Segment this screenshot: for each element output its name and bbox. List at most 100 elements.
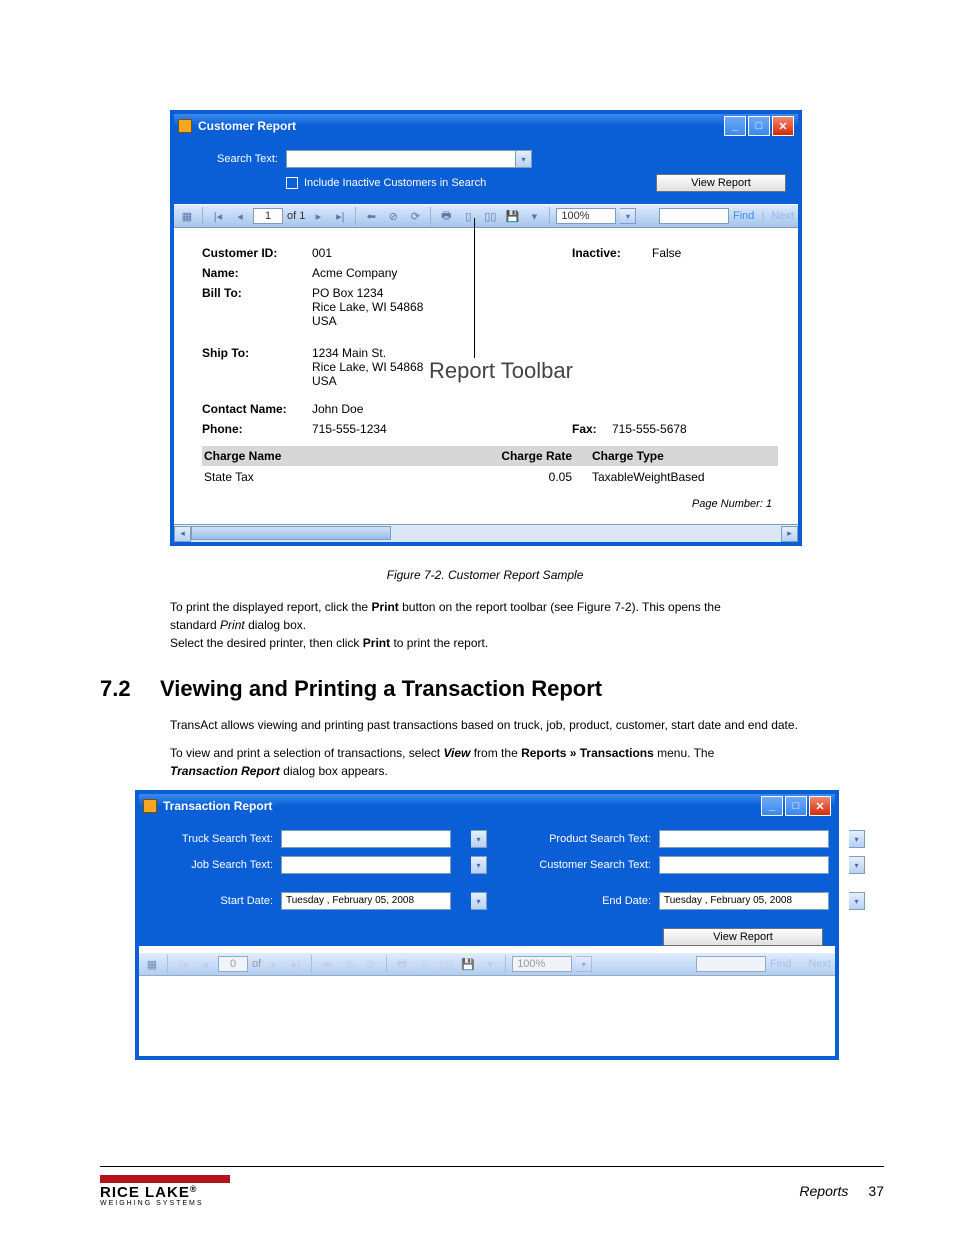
- col-charge-name: Charge Name: [202, 449, 482, 463]
- zoom-input[interactable]: 100%: [556, 208, 616, 224]
- logo: RICE LAKE® WEIGHING SYSTEMS: [100, 1175, 230, 1207]
- job-search-input[interactable]: [281, 856, 451, 874]
- export-dropdown-icon: ▾: [481, 955, 499, 973]
- stop-icon[interactable]: ⊘: [384, 207, 402, 225]
- desc-paragraph-2: To view and print a selection of transac…: [170, 744, 800, 780]
- search-dropdown-button[interactable]: ▾: [516, 150, 532, 168]
- col-charge-type: Charge Type: [592, 449, 732, 463]
- export-dropdown-icon[interactable]: ▾: [525, 207, 543, 225]
- doc-map-icon[interactable]: ▦: [143, 955, 161, 973]
- find-link[interactable]: Find: [733, 210, 754, 222]
- app-icon: [143, 799, 157, 813]
- print-icon: 🖶: [393, 955, 411, 973]
- truck-dropdown-button[interactable]: ▾: [471, 830, 487, 848]
- start-date-label: Start Date:: [151, 895, 281, 907]
- col-charge-rate: Charge Rate: [482, 449, 592, 463]
- maximize-button[interactable]: □: [785, 796, 807, 816]
- footer-section: Reports: [799, 1183, 848, 1199]
- start-date-input[interactable]: Tuesday , February 05, 2008: [281, 892, 451, 910]
- titlebar[interactable]: Customer Report _ □ ✕: [174, 114, 798, 138]
- table-row: State Tax 0.05 TaxableWeightBased: [202, 466, 778, 488]
- search-text-label: Search Text:: [186, 153, 286, 165]
- find-link: Find: [770, 958, 791, 970]
- zoom-input: 100%: [512, 956, 572, 972]
- window-title: Customer Report: [198, 119, 296, 133]
- back-icon: ⬅: [318, 955, 336, 973]
- doc-map-icon[interactable]: ▦: [178, 207, 196, 225]
- phone-value: 715-555-1234: [312, 422, 572, 436]
- export-icon[interactable]: 💾: [503, 207, 521, 225]
- annotation-line: [474, 218, 475, 358]
- contact-label: Contact Name:: [202, 402, 312, 416]
- minimize-button[interactable]: _: [761, 796, 783, 816]
- titlebar[interactable]: Transaction Report _ □ ✕: [139, 794, 835, 818]
- view-report-button[interactable]: View Report: [656, 174, 786, 192]
- zoom-dropdown-button[interactable]: ▾: [620, 208, 636, 224]
- find-input: [696, 956, 766, 972]
- customer-id-label: Customer ID:: [202, 246, 312, 260]
- first-page-icon[interactable]: |◂: [209, 207, 227, 225]
- name-value: Acme Company: [312, 266, 572, 280]
- cell-charge-name: State Tax: [202, 470, 482, 484]
- section-heading: 7.2 Viewing and Printing a Transaction R…: [100, 676, 884, 702]
- product-dropdown-button[interactable]: ▾: [849, 830, 865, 848]
- heading-text: Viewing and Printing a Transaction Repor…: [160, 676, 602, 702]
- report-content: Report Toolbar Customer ID: 001 Inactive…: [174, 228, 798, 524]
- last-page-icon[interactable]: ▸|: [331, 207, 349, 225]
- prev-page-icon[interactable]: ◂: [231, 207, 249, 225]
- refresh-icon: ⟳: [362, 955, 380, 973]
- refresh-icon[interactable]: ⟳: [406, 207, 424, 225]
- truck-search-input[interactable]: [281, 830, 451, 848]
- next-page-icon: ▸: [265, 955, 283, 973]
- page-setup-icon[interactable]: ▯▯: [481, 207, 499, 225]
- find-next-link: Next: [808, 958, 831, 970]
- cell-charge-rate: 0.05: [482, 470, 592, 484]
- print-paragraph: To print the displayed report, click the…: [170, 598, 800, 652]
- heading-number: 7.2: [100, 676, 160, 702]
- customer-search-input[interactable]: [659, 856, 829, 874]
- next-page-icon[interactable]: ▸: [309, 207, 327, 225]
- transaction-report-window: Transaction Report _ □ ✕ Truck Search Te…: [135, 790, 839, 1060]
- page-number-label: Page Number: 1: [202, 488, 778, 518]
- include-inactive-checkbox[interactable]: [286, 177, 298, 189]
- figure-caption: Figure 7-2. Customer Report Sample: [170, 566, 800, 584]
- find-next-link[interactable]: Next: [771, 210, 794, 222]
- fax-value: 715-555-5678: [612, 422, 687, 436]
- fax-label: Fax:: [572, 422, 612, 436]
- scroll-left-icon[interactable]: ◂: [174, 526, 191, 542]
- page-of-label: of 1: [287, 210, 305, 222]
- end-date-label: End Date:: [529, 895, 659, 907]
- customer-report-window: Customer Report _ □ ✕ Search Text: ▾ Inc…: [170, 110, 802, 546]
- customer-dropdown-button[interactable]: ▾: [849, 856, 865, 874]
- view-report-button[interactable]: View Report: [663, 928, 823, 946]
- print-icon[interactable]: 🖶: [437, 207, 455, 225]
- page-current-input[interactable]: 1: [253, 208, 283, 224]
- horizontal-scrollbar[interactable]: ◂ ▸: [174, 524, 798, 542]
- maximize-button[interactable]: □: [748, 116, 770, 136]
- cell-charge-type: TaxableWeightBased: [592, 470, 702, 484]
- product-search-label: Product Search Text:: [529, 833, 659, 845]
- end-date-input[interactable]: Tuesday , February 05, 2008: [659, 892, 829, 910]
- close-button[interactable]: ✕: [772, 116, 794, 136]
- product-search-input[interactable]: [659, 830, 829, 848]
- find-input[interactable]: [659, 208, 729, 224]
- minimize-button[interactable]: _: [724, 116, 746, 136]
- customer-search-label: Customer Search Text:: [529, 859, 659, 871]
- billto-line2: Rice Lake, WI 54868: [312, 300, 572, 314]
- close-button[interactable]: ✕: [809, 796, 831, 816]
- inactive-value: False: [652, 246, 681, 260]
- start-date-dropdown-button[interactable]: ▾: [471, 892, 487, 910]
- include-inactive-label: Include Inactive Customers in Search: [304, 177, 486, 189]
- job-search-label: Job Search Text:: [151, 859, 281, 871]
- end-date-dropdown-button[interactable]: ▾: [849, 892, 865, 910]
- search-text-input[interactable]: [286, 150, 516, 168]
- job-dropdown-button[interactable]: ▾: [471, 856, 487, 874]
- scroll-thumb[interactable]: [191, 526, 391, 540]
- back-icon[interactable]: ⬅: [362, 207, 380, 225]
- phone-label: Phone:: [202, 422, 312, 436]
- empty-report-area: [139, 976, 835, 1056]
- annotation-label: Report Toolbar: [429, 358, 573, 384]
- scroll-right-icon[interactable]: ▸: [781, 526, 798, 542]
- report-toolbar: ▦ |◂ ◂ 0 of ▸ ▸| ⬅ ⊘ ⟳ 🖶 ▯ ▯▯ 💾 ▾ 100% ▾…: [139, 952, 835, 976]
- report-toolbar: ▦ |◂ ◂ 1 of 1 ▸ ▸| ⬅ ⊘ ⟳ 🖶 ▯ ▯▯ 💾 ▾ 100%…: [174, 204, 798, 228]
